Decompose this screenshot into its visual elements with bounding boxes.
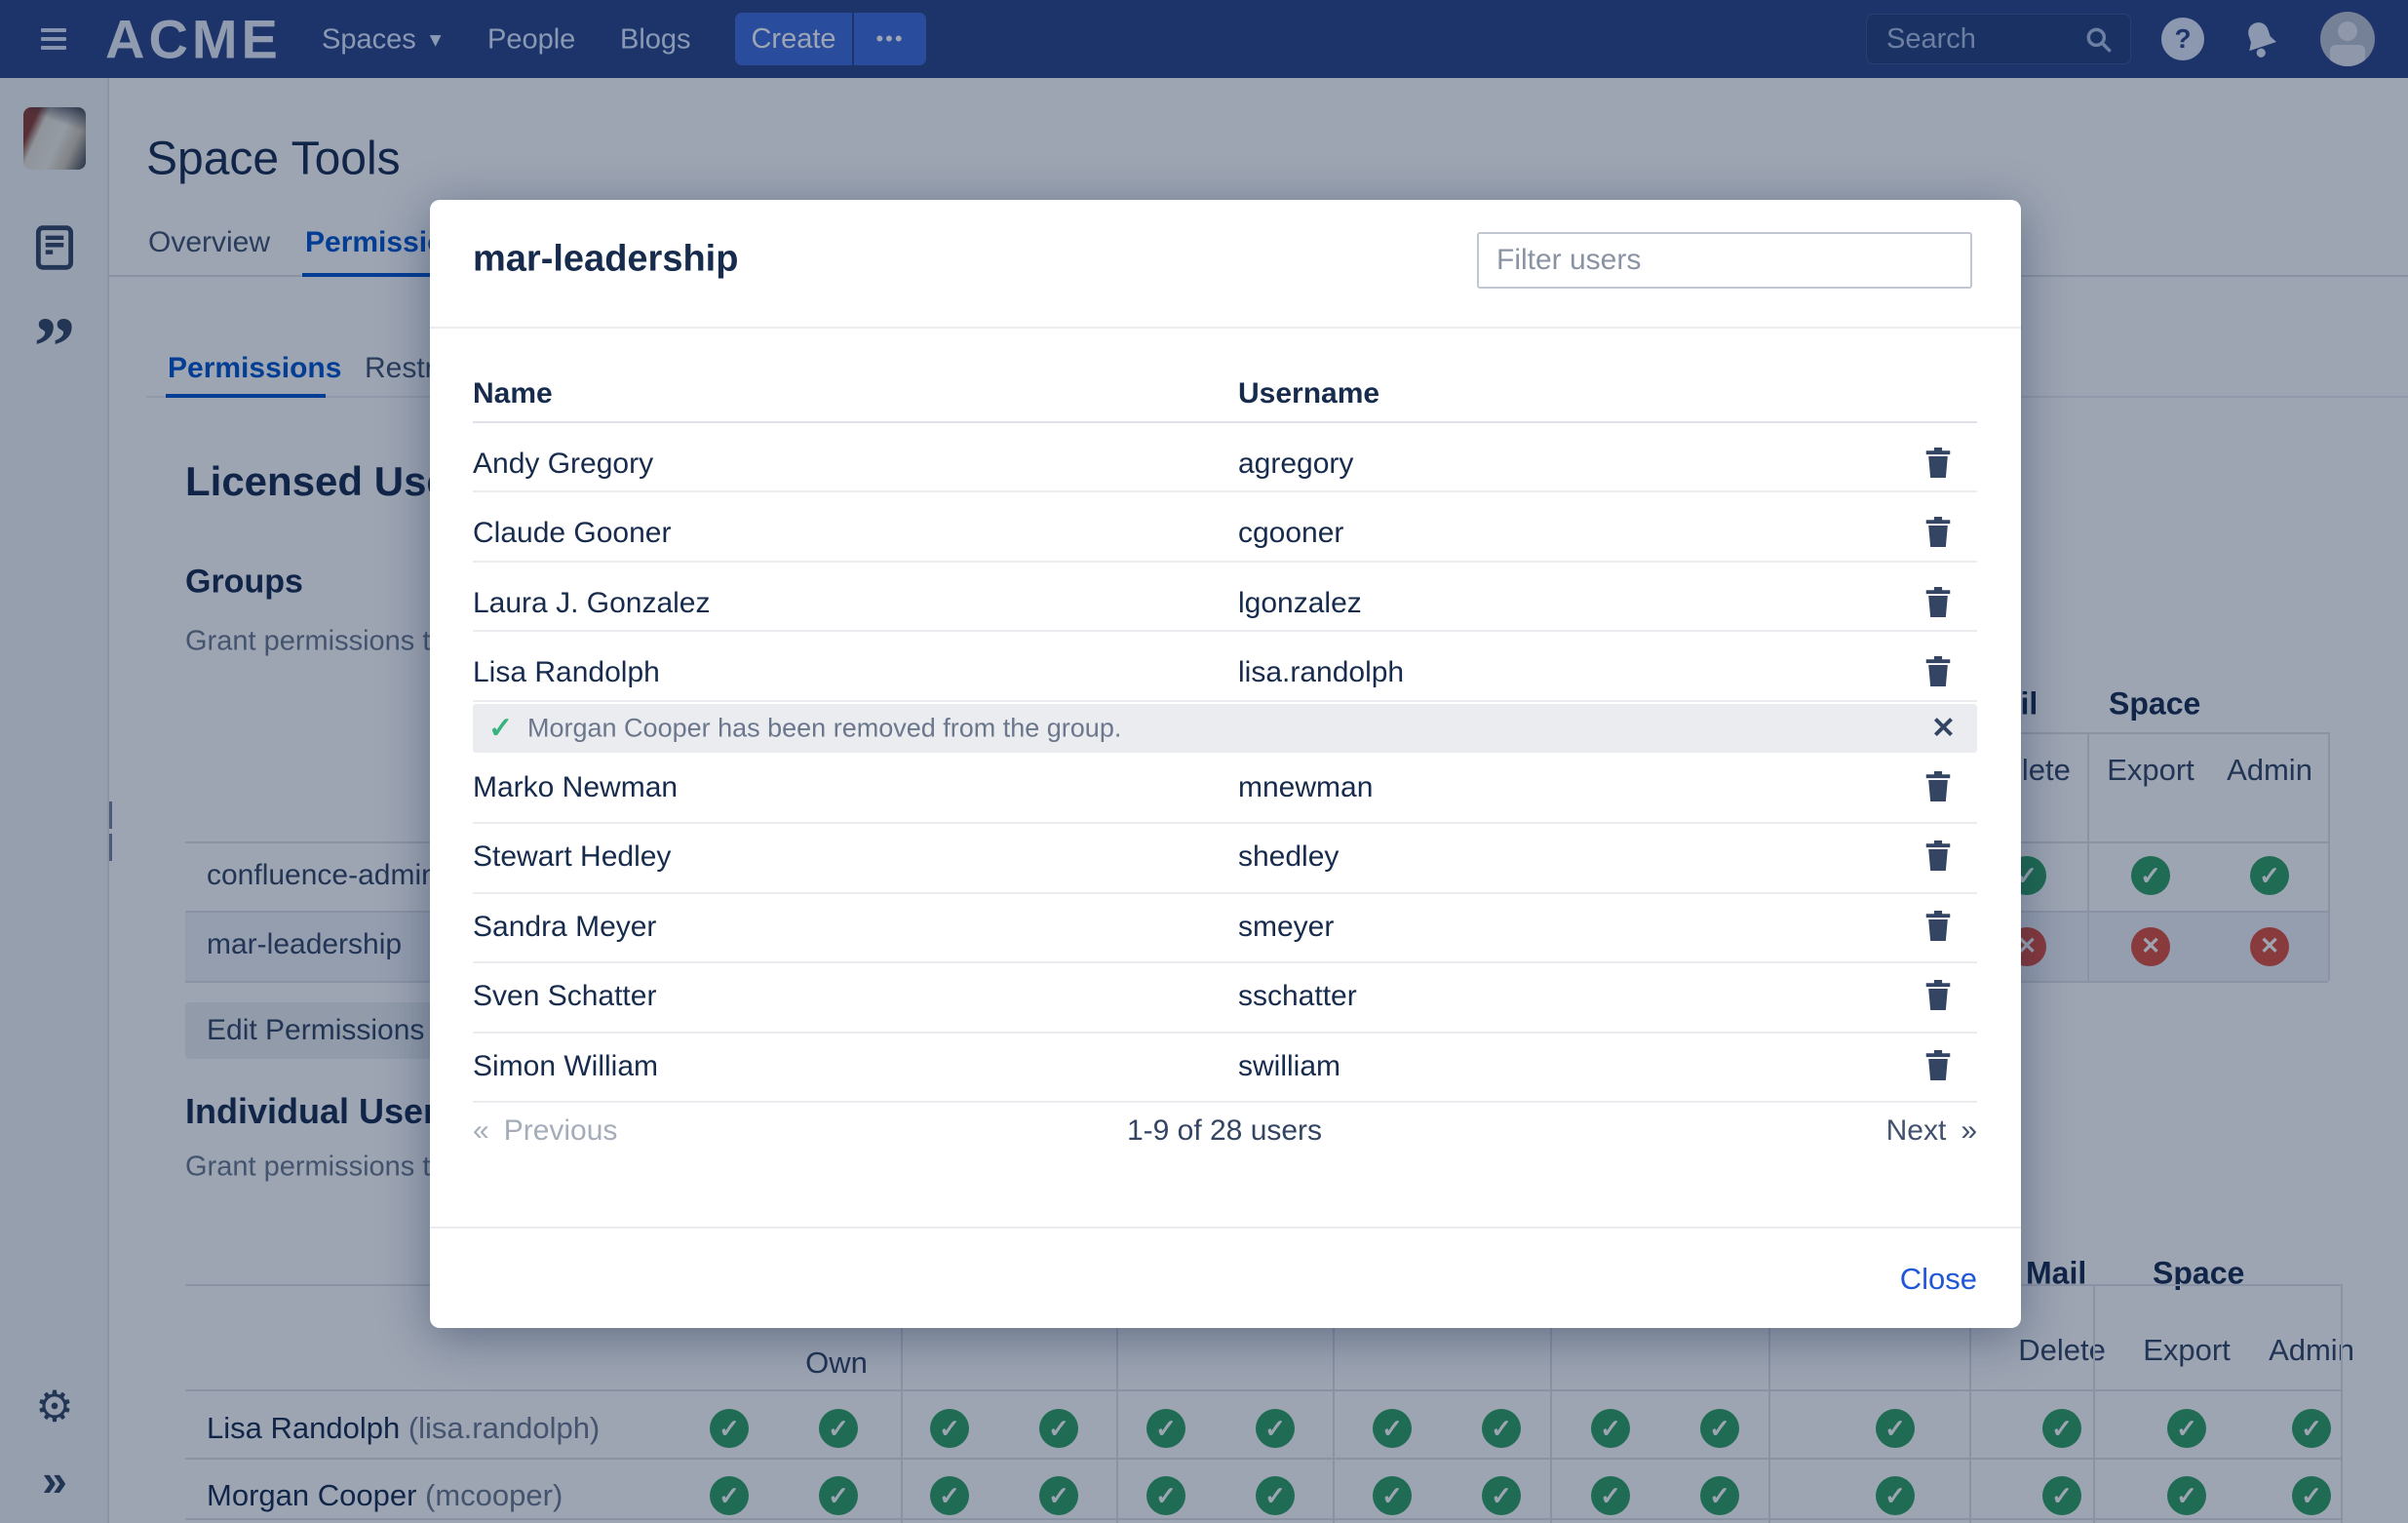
member-name: Claude Gooner <box>473 517 671 550</box>
member-name: Stewart Hedley <box>473 840 671 874</box>
remove-member-trash-icon[interactable] <box>1922 515 1955 553</box>
pagination-previous[interactable]: Previous <box>473 1114 617 1148</box>
screen: ACME Spaces▼ People Blogs Create ••• ? <box>0 0 2408 1523</box>
remove-member-trash-icon[interactable] <box>1922 585 1955 623</box>
pagination-next[interactable]: Next <box>1886 1114 1977 1148</box>
dismiss-notice-icon[interactable]: ✕ <box>1931 712 1956 746</box>
notice-message: Morgan Cooper has been removed from the … <box>527 714 1121 744</box>
close-dialog-link[interactable]: Close <box>1900 1262 1977 1297</box>
member-name: Laura J. Gonzalez <box>473 587 710 620</box>
remove-member-trash-icon[interactable] <box>1922 769 1955 807</box>
member-name: Sandra Meyer <box>473 911 656 944</box>
remove-member-trash-icon[interactable] <box>1922 909 1955 947</box>
remove-member-trash-icon[interactable] <box>1922 654 1955 692</box>
member-username: mnewman <box>1238 771 1373 804</box>
member-name: Marko Newman <box>473 771 678 804</box>
member-username: lisa.randolph <box>1238 656 1404 689</box>
col-header-username: Username <box>1238 377 1379 410</box>
member-name: Lisa Randolph <box>473 656 660 689</box>
col-header-name: Name <box>473 377 553 410</box>
dialog-title: mar-leadership <box>473 239 738 281</box>
member-username: agregory <box>1238 448 1353 481</box>
member-username: lgonzalez <box>1238 587 1362 620</box>
filter-users-input[interactable] <box>1477 232 1972 289</box>
success-check-icon: ✓ <box>488 712 513 746</box>
removal-success-banner: ✓ Morgan Cooper has been removed from th… <box>473 704 1977 753</box>
remove-member-trash-icon[interactable] <box>1922 978 1955 1016</box>
pagination-summary: 1-9 of 28 users <box>1127 1114 1322 1148</box>
remove-member-trash-icon[interactable] <box>1922 446 1955 484</box>
remove-member-trash-icon[interactable] <box>1922 1048 1955 1086</box>
member-username: smeyer <box>1238 911 1334 944</box>
member-username: shedley <box>1238 840 1339 874</box>
member-name: Sven Schatter <box>473 980 656 1013</box>
member-username: cgooner <box>1238 517 1343 550</box>
member-name: Andy Gregory <box>473 448 653 481</box>
member-username: swilliam <box>1238 1050 1340 1083</box>
member-username: sschatter <box>1238 980 1357 1013</box>
member-name: Simon William <box>473 1050 658 1083</box>
remove-member-trash-icon[interactable] <box>1922 839 1955 877</box>
group-members-dialog: mar-leadership Name Username Andy Gregor… <box>430 200 2021 1328</box>
